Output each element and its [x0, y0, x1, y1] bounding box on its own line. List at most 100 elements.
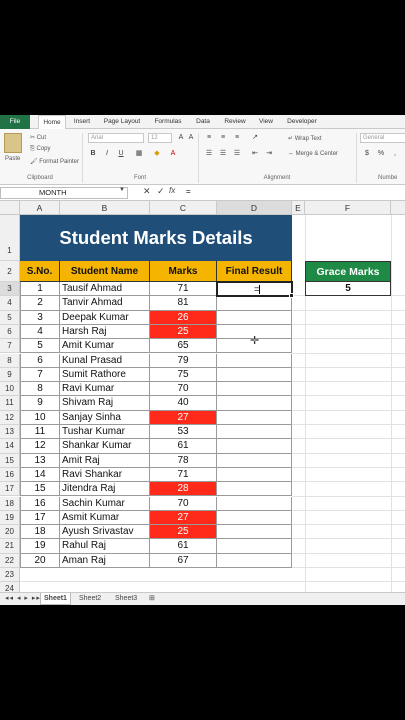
bold-icon[interactable]: B [88, 149, 98, 159]
borders-icon[interactable]: ▦ [134, 149, 144, 159]
cell-student-name[interactable]: Amit Kumar [60, 339, 150, 354]
cell-student-name[interactable]: Aman Raj [60, 553, 150, 568]
cell-marks[interactable]: 65 [150, 339, 217, 354]
cell-student-name[interactable]: Harsh Raj [60, 324, 150, 340]
cell-marks[interactable]: 70 [150, 496, 217, 511]
tab-page-layout[interactable]: Page Layout [102, 115, 142, 129]
cell-sno[interactable]: 18 [20, 525, 60, 540]
row-header[interactable]: 4 [0, 296, 20, 311]
cell-marks[interactable]: 26 [150, 310, 217, 325]
cell-student-name[interactable]: Ravi Shankar [60, 467, 150, 483]
cell-sno[interactable]: 8 [20, 382, 60, 397]
grace-marks-value[interactable]: 5 [305, 282, 391, 297]
row-header[interactable]: 22 [0, 553, 20, 568]
comma-icon[interactable]: , [390, 149, 400, 159]
column-header-c[interactable]: C [150, 201, 217, 215]
sheet-tab-sheet1[interactable]: Sheet1 [40, 593, 71, 605]
shrink-font-icon[interactable]: A [186, 133, 196, 143]
wrap-text-button[interactable]: ↵ Wrap Text [288, 135, 322, 142]
cell-marks[interactable]: 61 [150, 439, 217, 454]
cell-marks[interactable]: 71 [150, 467, 217, 483]
active-cell-editor[interactable]: = [216, 281, 293, 297]
cell-sno[interactable]: 13 [20, 453, 60, 468]
cell-student-name[interactable]: Shivam Raj [60, 396, 150, 411]
cell-student-name[interactable]: Amit Raj [60, 453, 150, 468]
row-header[interactable]: 1 [0, 215, 20, 261]
paste-icon[interactable] [4, 133, 22, 153]
underline-icon[interactable]: U [116, 149, 126, 159]
column-header-b[interactable]: B [60, 201, 150, 215]
sheet-tab-sheet2[interactable]: Sheet2 [76, 593, 104, 605]
cell-marks[interactable]: 40 [150, 396, 217, 411]
number-format-combo[interactable]: General [360, 133, 405, 143]
cell-final-result[interactable] [217, 310, 292, 325]
formula-input[interactable]: = [186, 187, 191, 196]
format-painter-button[interactable]: 🖌 Format Painter [30, 158, 79, 165]
column-header-f[interactable]: F [305, 201, 391, 215]
align-middle-icon[interactable]: ≡ [218, 133, 228, 143]
paste-label[interactable]: Paste [5, 156, 20, 162]
tab-insert[interactable]: Insert [70, 115, 94, 129]
cell-marks[interactable]: 81 [150, 296, 217, 311]
sheet-nav-arrows-icon[interactable]: ◂◂ ◂ ▸ ▸▸ [2, 593, 44, 605]
cancel-icon[interactable]: ✕ [143, 186, 151, 197]
cell-final-result[interactable] [217, 467, 292, 483]
cell-student-name[interactable]: Deepak Kumar [60, 310, 150, 325]
cell-marks[interactable]: 70 [150, 382, 217, 397]
row-header[interactable]: 14 [0, 439, 20, 454]
cell-marks[interactable]: 27 [150, 410, 217, 425]
cell-marks[interactable]: 71 [150, 282, 217, 297]
cell-final-result[interactable] [217, 525, 292, 540]
row-header[interactable]: 21 [0, 539, 20, 554]
decrease-indent-icon[interactable]: ⇤ [250, 149, 260, 159]
cell-final-result[interactable] [217, 353, 292, 368]
tab-file[interactable]: File [0, 115, 30, 129]
column-header-a[interactable]: A [20, 201, 60, 215]
cut-button[interactable]: ✂ Cut [30, 134, 46, 141]
fill-handle[interactable] [289, 293, 294, 298]
increase-indent-icon[interactable]: ⇥ [264, 149, 274, 159]
cell-final-result[interactable] [217, 425, 292, 440]
enter-icon[interactable]: ✓ [157, 186, 165, 197]
cell-marks[interactable]: 25 [150, 525, 217, 540]
tab-developer[interactable]: Developer [284, 115, 320, 129]
cell-sno[interactable]: 6 [20, 353, 60, 368]
currency-icon[interactable]: $ [362, 149, 372, 159]
cell-sno[interactable]: 12 [20, 439, 60, 454]
align-top-icon[interactable]: ≡ [204, 133, 214, 143]
tab-home[interactable]: Home [38, 115, 66, 130]
name-box-dropdown-icon[interactable]: ▼ [119, 187, 125, 193]
tab-formulas[interactable]: Formulas [152, 115, 184, 129]
cell-student-name[interactable]: Tanvir Ahmad [60, 296, 150, 311]
cell-final-result[interactable] [217, 510, 292, 526]
cell-final-result[interactable] [217, 539, 292, 554]
grow-font-icon[interactable]: A [176, 133, 186, 143]
cell-sno[interactable]: 15 [20, 482, 60, 497]
row-header[interactable]: 20 [0, 525, 20, 540]
column-header-d[interactable]: D [217, 201, 292, 215]
percent-icon[interactable]: % [376, 149, 386, 159]
row-header[interactable]: 8 [0, 353, 20, 368]
row-header[interactable]: 19 [0, 510, 20, 526]
cell-marks[interactable]: 61 [150, 539, 217, 554]
cell-student-name[interactable]: Sanjay Sinha [60, 410, 150, 425]
row-header[interactable]: 3 [0, 282, 20, 297]
row-header[interactable]: 5 [0, 310, 20, 325]
copy-button[interactable]: ⎘ Copy [30, 146, 51, 153]
font-size-combo[interactable]: 12 [148, 133, 172, 143]
cell-marks[interactable]: 78 [150, 453, 217, 468]
cell-sno[interactable]: 7 [20, 367, 60, 383]
cell-marks[interactable]: 53 [150, 425, 217, 440]
row-header[interactable]: 17 [0, 482, 20, 497]
cell-sno[interactable]: 19 [20, 539, 60, 554]
row-header[interactable]: 9 [0, 367, 20, 383]
row-header[interactable]: 18 [0, 496, 20, 511]
font-name-combo[interactable]: Arial [88, 133, 144, 143]
cell-sno[interactable]: 9 [20, 396, 60, 411]
fill-color-icon[interactable]: ◆ [152, 149, 162, 159]
row-header[interactable]: 23 [0, 568, 20, 583]
cell-sno[interactable]: 5 [20, 339, 60, 354]
cell-marks[interactable]: 75 [150, 367, 217, 383]
align-right-icon[interactable]: ☰ [232, 149, 242, 159]
align-left-icon[interactable]: ☰ [204, 149, 214, 159]
